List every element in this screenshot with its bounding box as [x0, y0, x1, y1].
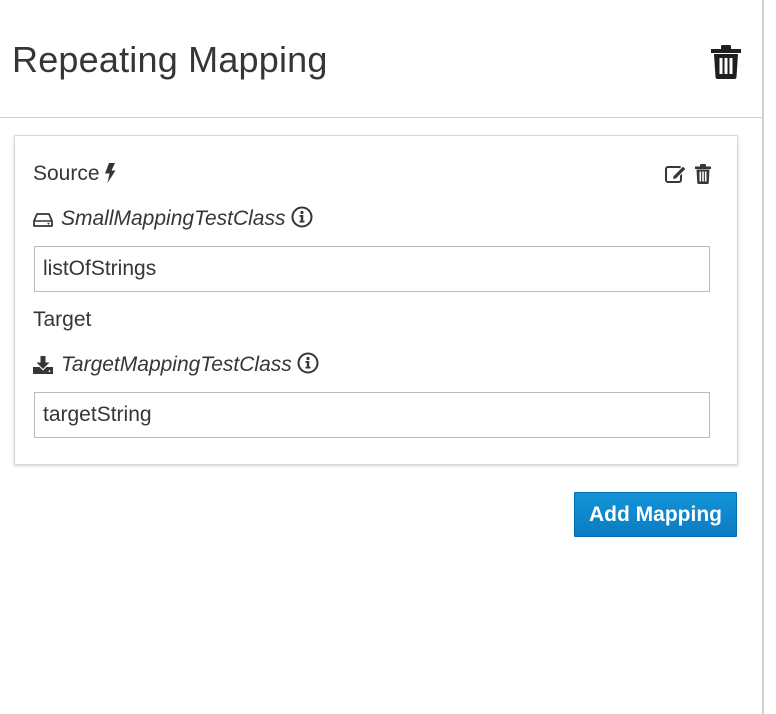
add-mapping-button[interactable]: Add Mapping — [574, 492, 737, 537]
info-circle-icon[interactable] — [291, 206, 313, 235]
source-heading: Source — [33, 161, 116, 190]
source-actions — [665, 164, 712, 189]
source-class-name: SmallMappingTestClass — [61, 207, 286, 230]
hard-drive-icon — [33, 209, 53, 235]
source-document: SmallMappingTestClass — [33, 206, 313, 235]
source-field-input[interactable] — [34, 246, 710, 292]
page-title: Repeating Mapping — [12, 39, 328, 80]
target-class-name: TargetMappingTestClass — [61, 353, 292, 376]
target-document: TargetMappingTestClass — [33, 352, 319, 381]
bolt-icon — [104, 163, 116, 190]
mapping-header: Repeating Mapping — [0, 0, 762, 118]
source-label: Source — [33, 162, 100, 185]
download-icon — [33, 355, 53, 381]
panel-right-border — [762, 0, 764, 714]
edit-icon[interactable] — [665, 164, 687, 189]
trash-icon[interactable] — [711, 45, 741, 79]
mapping-fields-panel: Source SmallMappingTestClass listOfStrin… — [14, 135, 738, 465]
target-field-input[interactable] — [34, 392, 710, 438]
target-label: Target — [33, 308, 92, 331]
info-circle-icon[interactable] — [297, 352, 319, 381]
trash-icon[interactable] — [695, 164, 712, 189]
